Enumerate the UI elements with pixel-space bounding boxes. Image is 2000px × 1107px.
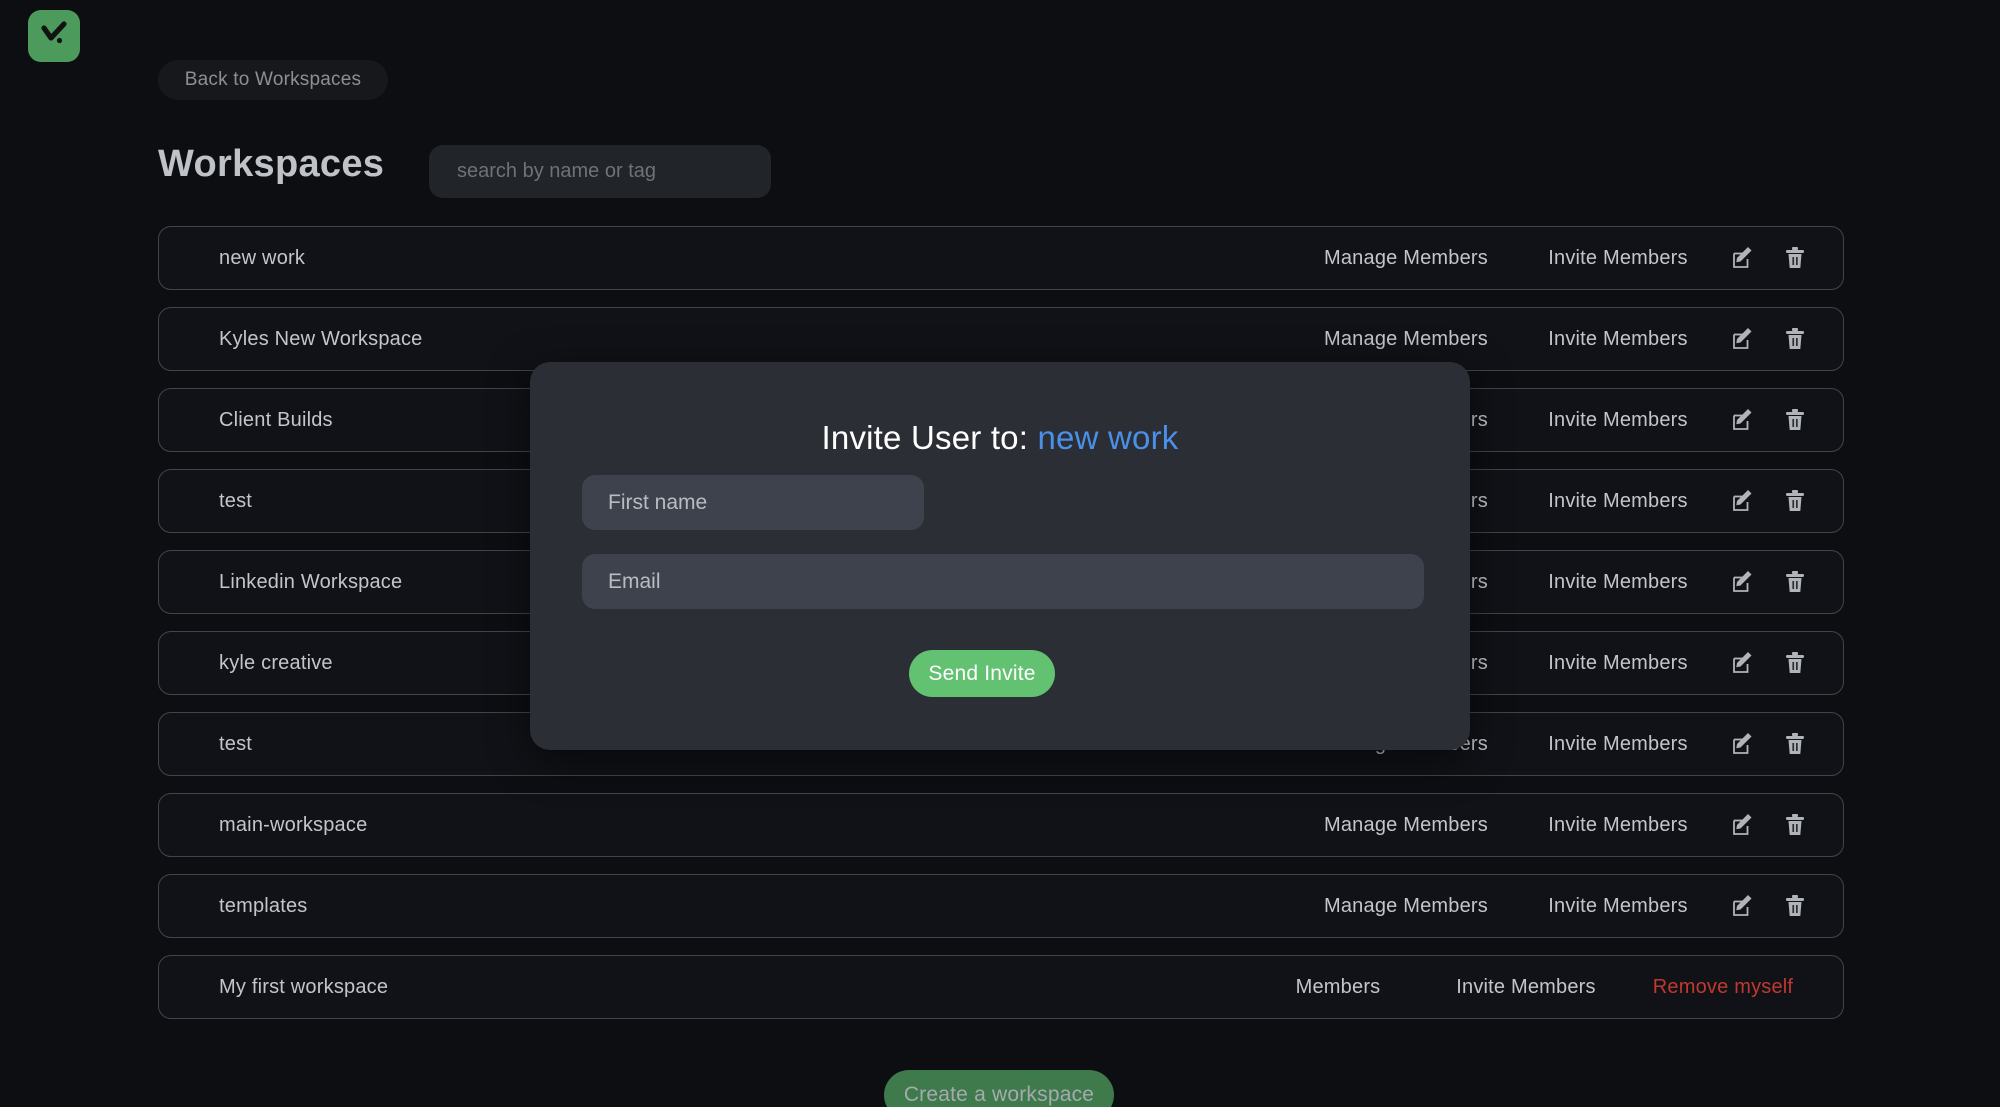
invite-members-button[interactable]: Invite Members — [1519, 814, 1717, 837]
workspace-name: My first workspace — [219, 975, 389, 998]
members-button[interactable]: Members — [1249, 976, 1427, 999]
manage-members-button[interactable]: Manage Members — [1293, 895, 1519, 918]
search-input[interactable] — [429, 145, 771, 198]
edit-icon[interactable] — [1717, 400, 1769, 440]
edit-icon[interactable] — [1717, 886, 1769, 926]
trash-icon[interactable] — [1769, 724, 1821, 764]
remove-myself-button[interactable]: Remove myself — [1625, 976, 1821, 999]
modal-title: Invite User to: new work — [530, 419, 1470, 457]
edit-icon[interactable] — [1717, 643, 1769, 683]
trash-icon[interactable] — [1769, 481, 1821, 521]
app-logo[interactable] — [28, 10, 80, 62]
invite-members-button[interactable]: Invite Members — [1519, 409, 1717, 432]
trash-icon[interactable] — [1769, 238, 1821, 278]
invite-members-button[interactable]: Invite Members — [1519, 328, 1717, 351]
edit-icon[interactable] — [1717, 724, 1769, 764]
workspace-name: main-workspace — [219, 813, 368, 836]
manage-members-button[interactable]: Manage Members — [1293, 247, 1519, 270]
row-actions: Manage Members Invite Members — [1293, 805, 1821, 845]
workspace-name: Kyles New Workspace — [219, 327, 423, 350]
first-name-field[interactable] — [582, 475, 924, 530]
invite-members-button[interactable]: Invite Members — [1519, 247, 1717, 270]
edit-icon[interactable] — [1717, 562, 1769, 602]
workspace-name: new work — [219, 246, 306, 269]
trash-icon[interactable] — [1769, 805, 1821, 845]
invite-user-modal: Invite User to: new work Send Invite — [530, 362, 1470, 750]
back-to-workspaces-label: Back to Workspaces — [184, 69, 362, 90]
row-actions: Manage Members Invite Members — [1293, 886, 1821, 926]
vaiz-check-logo-icon — [37, 19, 71, 53]
invite-members-button[interactable]: Invite Members — [1519, 652, 1717, 675]
page-title: Workspaces — [158, 143, 385, 185]
create-workspace-button[interactable]: Create a workspace — [884, 1070, 1114, 1107]
manage-members-button[interactable]: Manage Members — [1293, 328, 1519, 351]
table-row[interactable]: My first workspace Members Invite Member… — [158, 955, 1844, 1019]
trash-icon[interactable] — [1769, 319, 1821, 359]
table-row[interactable]: templates Manage Members Invite Members — [158, 874, 1844, 938]
edit-icon[interactable] — [1717, 805, 1769, 845]
row-actions: Manage Members Invite Members — [1293, 319, 1821, 359]
send-invite-button[interactable]: Send Invite — [909, 650, 1055, 697]
modal-title-prefix: Invite User to: — [821, 419, 1029, 456]
edit-icon[interactable] — [1717, 319, 1769, 359]
edit-icon[interactable] — [1717, 481, 1769, 521]
workspace-name: templates — [219, 894, 308, 917]
table-row[interactable]: new work Manage Members Invite Members — [158, 226, 1844, 290]
table-row[interactable]: main-workspace Manage Members Invite Mem… — [158, 793, 1844, 857]
invite-members-button[interactable]: Invite Members — [1519, 571, 1717, 594]
workspaces-page: Back to Workspaces Workspaces new work M… — [0, 0, 2000, 1107]
trash-icon[interactable] — [1769, 886, 1821, 926]
edit-icon[interactable] — [1717, 238, 1769, 278]
email-field[interactable] — [582, 554, 1424, 609]
invite-members-button[interactable]: Invite Members — [1427, 976, 1625, 999]
back-to-workspaces-button[interactable]: Back to Workspaces — [158, 60, 388, 100]
row-actions: Manage Members Invite Members — [1293, 238, 1821, 278]
invite-members-button[interactable]: Invite Members — [1519, 895, 1717, 918]
modal-target-workspace: new work — [1037, 419, 1179, 456]
invite-members-button[interactable]: Invite Members — [1519, 490, 1717, 513]
trash-icon[interactable] — [1769, 400, 1821, 440]
row-actions: Members Invite Members Remove myself — [1249, 976, 1821, 999]
trash-icon[interactable] — [1769, 643, 1821, 683]
manage-members-button[interactable]: Manage Members — [1293, 814, 1519, 837]
invite-members-button[interactable]: Invite Members — [1519, 733, 1717, 756]
trash-icon[interactable] — [1769, 562, 1821, 602]
